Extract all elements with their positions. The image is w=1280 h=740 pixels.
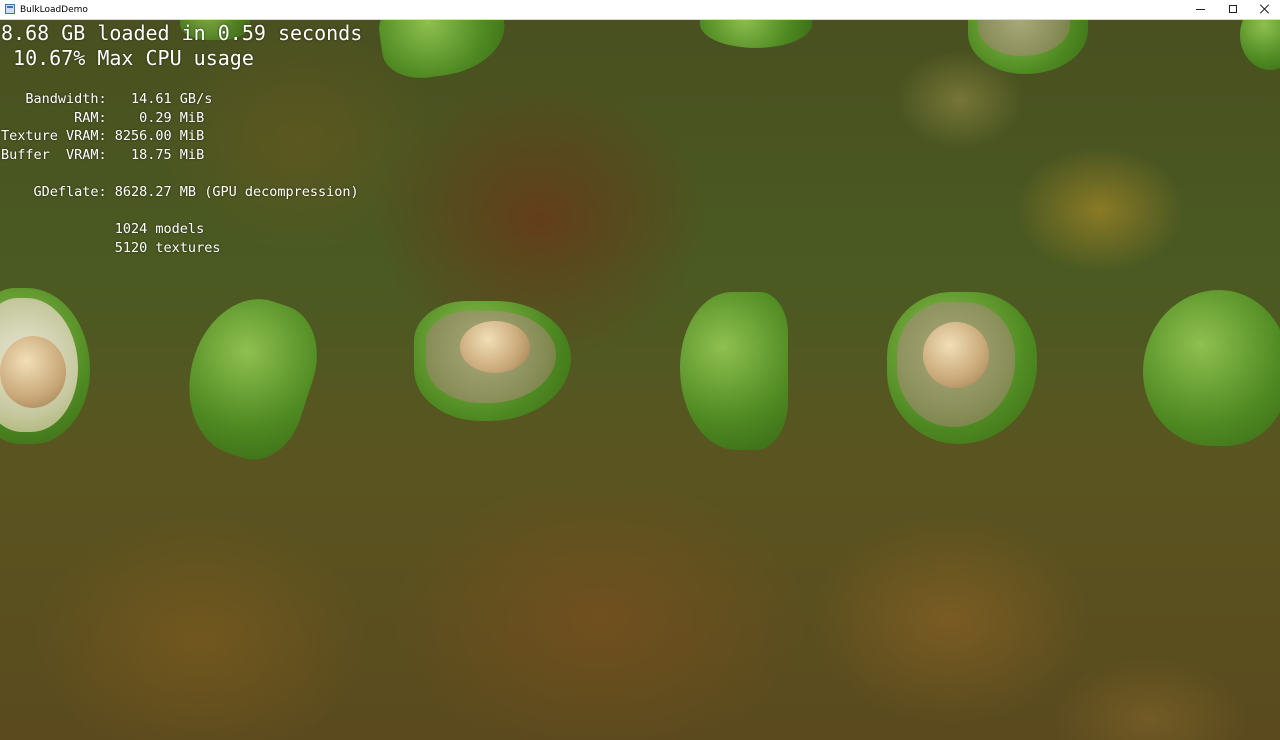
avocado-model bbox=[374, 20, 511, 84]
avocado-model bbox=[1240, 20, 1280, 70]
render-viewport: 8.68 GB loaded in 0.59 seconds 10.67% Ma… bbox=[0, 20, 1280, 740]
avocado-model bbox=[169, 283, 333, 471]
minimize-button[interactable] bbox=[1185, 0, 1217, 20]
avocado-model bbox=[0, 288, 90, 444]
bandwidth-stat: Bandwidth: 14.61 GB/s bbox=[1, 91, 213, 107]
avocado-model bbox=[414, 301, 571, 421]
avocado-model bbox=[968, 20, 1088, 74]
close-button[interactable] bbox=[1249, 0, 1280, 20]
gdeflate-stat: GDeflate: 8628.27 MB (GPU decompression) bbox=[1, 184, 359, 200]
ram-stat: RAM: 0.29 MiB bbox=[1, 109, 205, 126]
window-title: BulkLoadDemo bbox=[20, 5, 88, 15]
buffer-vram-stat: Buffer VRAM: 18.75 MiB bbox=[1, 146, 205, 163]
maximize-icon bbox=[1229, 5, 1237, 13]
title-bar[interactable]: BulkLoadDemo bbox=[0, 0, 1280, 20]
stats-overlay: 8.68 GB loaded in 0.59 seconds 10.67% Ma… bbox=[0, 20, 362, 256]
texture-vram-stat: Texture VRAM: 8256.00 MiB bbox=[1, 128, 205, 145]
models-count: 1024 models bbox=[1, 221, 205, 238]
app-icon bbox=[5, 4, 15, 14]
avocado-model bbox=[887, 292, 1037, 444]
minimize-icon bbox=[1196, 9, 1205, 10]
load-summary: 8.68 GB loaded in 0.59 seconds bbox=[1, 21, 363, 45]
avocado-model bbox=[680, 292, 788, 450]
close-icon bbox=[1260, 4, 1270, 14]
textures-count: 5120 textures bbox=[1, 239, 221, 256]
maximize-button[interactable] bbox=[1217, 0, 1249, 20]
avocado-model bbox=[700, 20, 812, 48]
avocado-model bbox=[1143, 290, 1280, 446]
cpu-usage: 10.67% Max CPU usage bbox=[1, 46, 254, 70]
